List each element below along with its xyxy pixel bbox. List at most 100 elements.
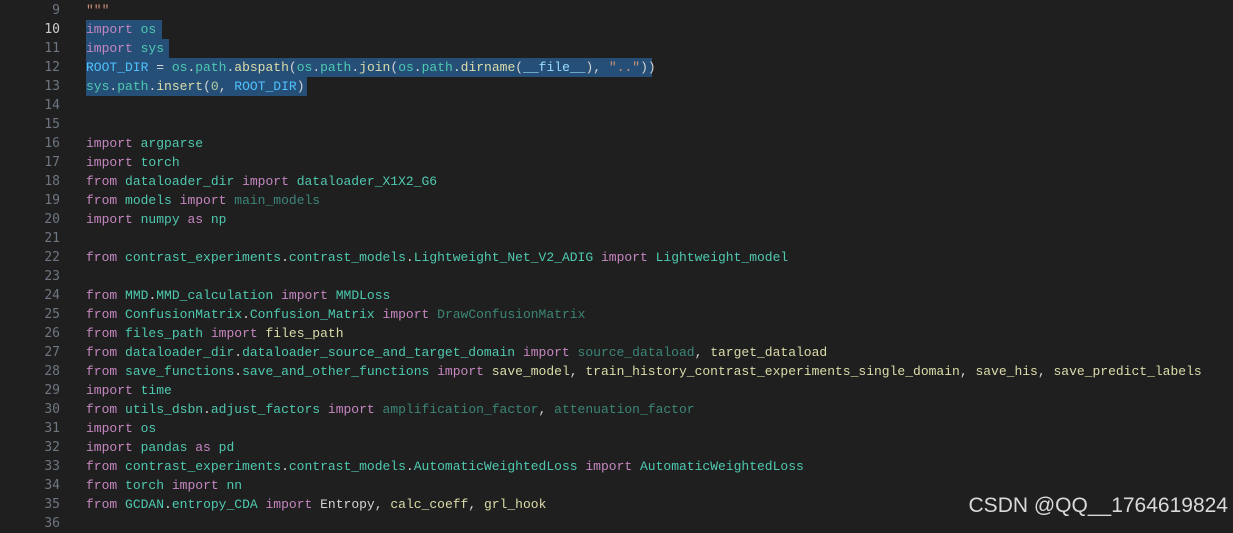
code-token: ConfusionMatrix [125, 307, 243, 322]
code-line[interactable]: 29 import time [0, 381, 1233, 400]
code-text[interactable]: import pandas as pd [86, 438, 234, 457]
line-number[interactable]: 17 [0, 153, 60, 172]
code-editor[interactable]: 9 """ 10 import os 11 import sys 12 ROOT_DIR = … [0, 0, 1233, 531]
line-number[interactable]: 29 [0, 381, 60, 400]
line-number[interactable]: 30 [0, 400, 60, 419]
code-line[interactable]: 18 from dataloader_dir import dataloader_… [0, 172, 1233, 191]
code-line[interactable]: 25 from ConfusionMatrix.Confusion_Matrix … [0, 305, 1233, 324]
code-token: nn [226, 478, 243, 493]
code-token: . [164, 497, 172, 512]
code-line[interactable]: 28 from save_functions.save_and_other_fun… [0, 362, 1233, 381]
line-number[interactable]: 26 [0, 324, 60, 343]
line-number[interactable]: 31 [0, 419, 60, 438]
code-line[interactable]: 11 import sys [0, 39, 1233, 58]
line-number[interactable]: 36 [0, 514, 60, 533]
line-number[interactable]: 34 [0, 476, 60, 495]
code-token: GCDAN [125, 497, 165, 512]
code-line[interactable]: 34 from torch import nn [0, 476, 1233, 495]
code-line[interactable]: 24 from MMD.MMD_calculation import MMDLos… [0, 286, 1233, 305]
line-number[interactable]: 15 [0, 115, 60, 134]
code-line[interactable]: 15 [0, 115, 1233, 134]
code-text[interactable]: from models import main_models [86, 191, 320, 210]
code-line[interactable]: 12 ROOT_DIR = os.path.abspath(os.path.joi… [0, 58, 1233, 77]
line-number[interactable]: 25 [0, 305, 60, 324]
code-line[interactable]: 17 import torch [0, 153, 1233, 172]
line-number[interactable]: 21 [0, 229, 60, 248]
code-text[interactable]: import os [86, 20, 156, 39]
code-line[interactable]: 23 [0, 267, 1233, 286]
code-text[interactable]: import torch [86, 153, 180, 172]
code-text[interactable]: from dataloader_dir.dataloader_source_an… [86, 343, 827, 362]
code-text[interactable]: import argparse [86, 134, 203, 153]
code-token: import [210, 326, 258, 341]
code-text[interactable]: from contrast_experiments.contrast_model… [86, 248, 788, 267]
line-number[interactable]: 32 [0, 438, 60, 457]
line-number[interactable]: 35 [0, 495, 60, 514]
line-number[interactable]: 23 [0, 267, 60, 286]
code-line[interactable]: 10 import os [0, 20, 1233, 39]
line-number[interactable]: 11 [0, 39, 60, 58]
code-text[interactable]: from files_path import files_path [86, 324, 344, 343]
line-number[interactable]: 14 [0, 96, 60, 115]
code-line[interactable]: 9 """ [0, 1, 1233, 20]
code-text[interactable]: from contrast_experiments.contrast_model… [86, 457, 804, 476]
code-line[interactable]: 30 from utils_dsbn.adjust_factors import … [0, 400, 1233, 419]
code-token: path [421, 60, 453, 75]
code-line[interactable]: 14 [0, 96, 1233, 115]
line-number[interactable]: 16 [0, 134, 60, 153]
line-number[interactable]: 12 [0, 58, 60, 77]
code-text[interactable]: from dataloader_dir import dataloader_X1… [86, 172, 437, 191]
code-text[interactable]: from torch import nn [86, 476, 242, 495]
code-token: models [125, 193, 172, 208]
code-token: import [86, 22, 133, 37]
code-line[interactable]: 27 from dataloader_dir.dataloader_source_… [0, 343, 1233, 362]
line-number[interactable]: 10 [0, 20, 60, 39]
code-text[interactable]: import sys [86, 39, 164, 58]
code-text[interactable]: from MMD.MMD_calculation import MMDLoss [86, 286, 390, 305]
code-token: . [281, 250, 289, 265]
code-text[interactable]: """ [86, 1, 109, 20]
line-number[interactable]: 13 [0, 77, 60, 96]
code-token: import [585, 459, 633, 474]
code-token: import [522, 345, 570, 360]
line-number[interactable]: 28 [0, 362, 60, 381]
line-number[interactable]: 20 [0, 210, 60, 229]
code-line[interactable]: 22 from contrast_experiments.contrast_mod… [0, 248, 1233, 267]
code-line[interactable]: 20 import numpy as np [0, 210, 1233, 229]
line-number[interactable]: 33 [0, 457, 60, 476]
line-number[interactable]: 19 [0, 191, 60, 210]
code-token: dataloader_dir [125, 174, 235, 189]
code-line[interactable]: 13 sys.path.insert(0, ROOT_DIR) [0, 77, 1233, 96]
code-token: sys [86, 79, 110, 94]
line-number[interactable]: 27 [0, 343, 60, 362]
code-line[interactable]: 16 import argparse [0, 134, 1233, 153]
code-token: , [694, 345, 711, 360]
code-line[interactable]: 19 from models import main_models [0, 191, 1233, 210]
code-text[interactable]: from GCDAN.entropy_CDA import Entropy, c… [86, 495, 546, 514]
code-token: target_dataload [710, 345, 828, 360]
code-token: MMD [125, 288, 149, 303]
line-number[interactable]: 22 [0, 248, 60, 267]
code-line[interactable]: 32 import pandas as pd [0, 438, 1233, 457]
code-text[interactable]: import time [86, 381, 172, 400]
code-text[interactable]: sys.path.insert(0, ROOT_DIR) [86, 77, 305, 96]
code-text[interactable]: from utils_dsbn.adjust_factors import am… [86, 400, 695, 419]
code-text[interactable]: import os [86, 419, 156, 438]
code-text[interactable]: from ConfusionMatrix.Confusion_Matrix im… [86, 305, 585, 324]
code-text[interactable]: from save_functions.save_and_other_funct… [86, 362, 1202, 381]
code-token: save_model [491, 364, 570, 379]
code-line[interactable]: 31 import os [0, 419, 1233, 438]
code-token: . [351, 60, 360, 75]
code-line[interactable]: 21 [0, 229, 1233, 248]
code-line[interactable]: 33 from contrast_experiments.contrast_mod… [0, 457, 1233, 476]
code-text[interactable]: ROOT_DIR = os.path.abspath(os.path.join(… [86, 58, 656, 77]
line-number[interactable]: 18 [0, 172, 60, 191]
line-number[interactable]: 24 [0, 286, 60, 305]
line-number[interactable]: 9 [0, 1, 60, 20]
code-text[interactable]: import numpy as np [86, 210, 226, 229]
code-line[interactable]: 26 from files_path import files_path [0, 324, 1233, 343]
